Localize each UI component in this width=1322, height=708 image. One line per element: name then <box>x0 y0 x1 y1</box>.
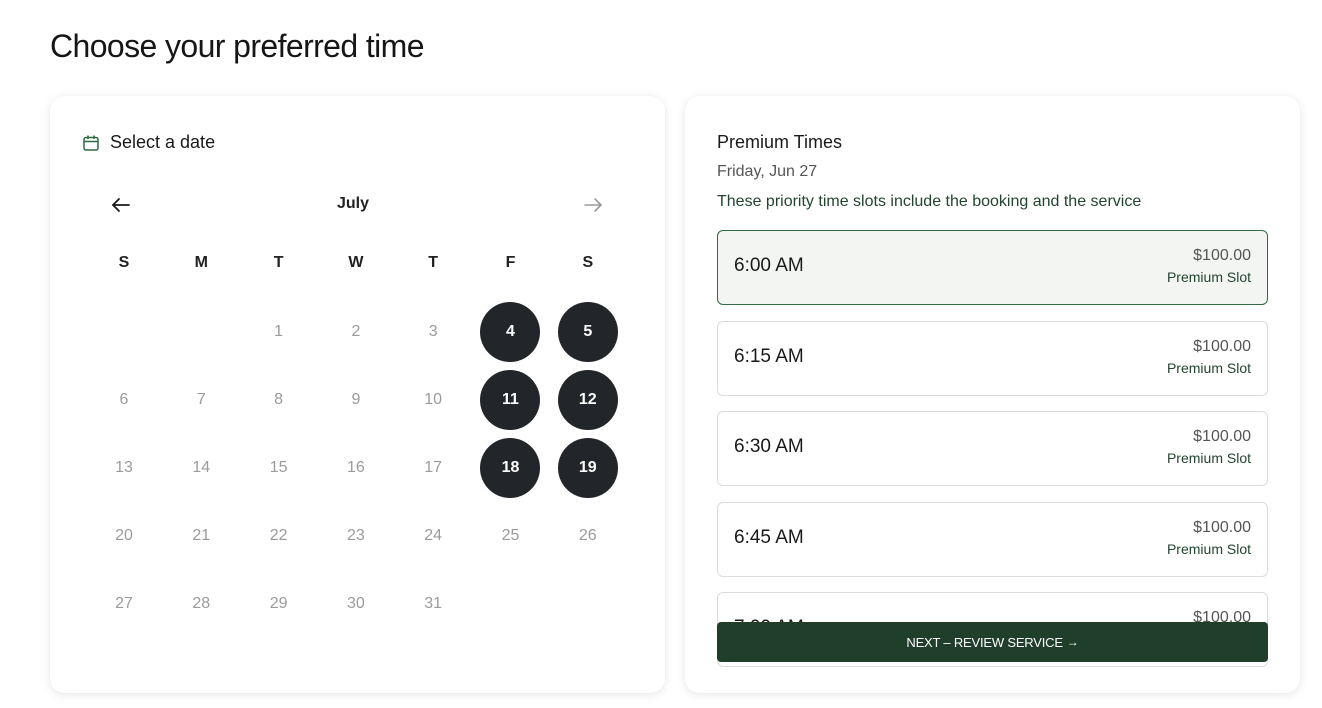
slot-time: 6:00 AM <box>734 255 804 276</box>
weekday-label: M <box>194 254 208 271</box>
calendar-day-unavailable: 13 <box>115 459 133 476</box>
date-picker-header: Select a date <box>82 132 215 153</box>
next-month-button[interactable] <box>578 190 608 220</box>
premium-times-description: These priority time slots include the bo… <box>717 193 1142 210</box>
calendar-day-grid: 1 2 3 4 5 6 7 8 9 10 11 12 13 14 15 16 17 18 19 20 21 22 23 24 2… <box>94 302 635 642</box>
calendar-day-unavailable: 23 <box>346 527 365 544</box>
weekday-header-row: SMTWTFS <box>94 254 635 272</box>
time-slot[interactable]: 6:30 AM $100.00 Premium Slot <box>717 411 1268 486</box>
calendar-day-available[interactable]: 18 <box>480 438 541 498</box>
arrow-right-icon: → <box>1066 635 1079 649</box>
calendar-day-available[interactable]: 12 <box>557 370 618 430</box>
calendar-day-available[interactable]: 19 <box>557 438 618 498</box>
calendar-day-unavailable: 20 <box>115 527 133 544</box>
slot-time: 6:45 AM <box>734 526 804 548</box>
calendar-day-unavailable: 30 <box>346 595 365 612</box>
month-navigation: July <box>98 190 608 220</box>
time-slot-card: Premium Times Friday, Jun 27 These prior… <box>685 96 1300 693</box>
calendar-day-unavailable: 10 <box>424 391 443 408</box>
calendar-day-unavailable: 17 <box>424 459 443 476</box>
calendar-icon <box>82 134 100 152</box>
calendar-day-unavailable: 2 <box>351 323 361 340</box>
slot-time: 6:30 AM <box>734 436 804 457</box>
slot-price: $100.00 <box>1193 337 1251 355</box>
weekday-label: F <box>505 254 516 271</box>
date-picker-label: Select a date <box>110 132 216 152</box>
calendar-day-unavailable: 14 <box>192 459 211 476</box>
calendar-day-unavailable: 16 <box>346 459 365 476</box>
premium-times-title: Premium Times <box>717 132 843 152</box>
calendar-day-unavailable: 7 <box>196 391 206 408</box>
selected-date-label: Friday, Jun 27 <box>717 163 818 180</box>
page-title: Choose your preferred time <box>50 28 425 64</box>
calendar-day-unavailable: 25 <box>501 527 520 544</box>
calendar-day-unavailable: 24 <box>424 527 443 544</box>
calendar-day-available[interactable]: 4 <box>480 302 541 362</box>
calendar-day-unavailable: 9 <box>351 391 361 408</box>
time-slot[interactable]: 6:00 AM $100.00 Premium Slot <box>717 230 1268 305</box>
calendar-day-unavailable: 6 <box>119 391 129 408</box>
slot-price: $100.00 <box>1193 518 1251 536</box>
calendar-day-unavailable: 21 <box>192 527 211 544</box>
calendar-day-available[interactable]: 5 <box>557 302 618 362</box>
slot-type-label: Premium Slot <box>1166 269 1251 285</box>
time-slot-list: 6:00 AM $100.00 Premium Slot 6:15 AM $100.00… <box>717 230 1268 683</box>
time-slot[interactable]: 6:15 AM $100.00 Premium Slot <box>717 320 1268 396</box>
calendar-day-unavailable: 29 <box>269 595 288 612</box>
slot-time: 6:15 AM <box>734 345 804 367</box>
calendar-day-unavailable: 8 <box>274 391 284 408</box>
weekday-label: S <box>582 254 594 271</box>
calendar-day-unavailable: 3 <box>428 323 438 340</box>
arrow-right-icon <box>584 198 602 212</box>
calendar-day-unavailable: 27 <box>115 595 133 612</box>
weekday-label: T <box>273 254 284 271</box>
slot-price: $100.00 <box>1193 247 1251 264</box>
calendar-day-unavailable: 22 <box>269 527 288 544</box>
next-review-service-button[interactable]: NEXT – REVIEW SERVICE → <box>717 622 1268 662</box>
calendar-day-unavailable: 26 <box>578 527 597 544</box>
calendar-day-unavailable: 28 <box>192 595 211 612</box>
slot-type-label: Premium Slot <box>1166 450 1251 466</box>
weekday-label: T <box>428 254 439 271</box>
time-slot[interactable]: 6:45 AM $100.00 Premium Slot <box>717 501 1268 577</box>
calendar-day-unavailable: 1 <box>274 323 284 340</box>
calendar-day-unavailable: 31 <box>424 595 443 612</box>
weekday-label: S <box>118 254 130 271</box>
weekday-label: W <box>348 254 364 271</box>
slot-type-label: Premium Slot <box>1166 359 1251 376</box>
month-label: July <box>336 195 369 212</box>
date-picker-card: Select a date July SMTWTFS 1 2 3 4 5 6 7 8 9 10 11… <box>50 96 665 693</box>
calendar-day-available[interactable]: 11 <box>480 370 541 430</box>
slot-type-label: Premium Slot <box>1166 540 1251 557</box>
calendar-day-unavailable: 15 <box>269 459 288 476</box>
slot-price: $100.00 <box>1193 428 1251 445</box>
next-button-label: NEXT – REVIEW SERVICE <box>906 634 1063 650</box>
